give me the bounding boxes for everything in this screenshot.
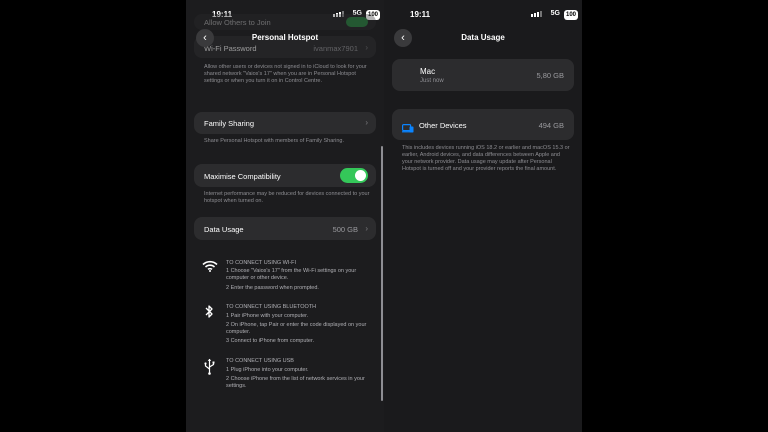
wifi-section-title: TO CONNECT USING WI-FI bbox=[226, 260, 297, 266]
other-devices-label: Other Devices bbox=[419, 121, 467, 130]
bluetooth-step-2: 2 On iPhone, tap Pair or enter the code … bbox=[226, 322, 367, 335]
other-devices-row: Other Devices 494 GB bbox=[392, 109, 574, 140]
allow-others-label: Allow Others to Join bbox=[204, 18, 271, 27]
family-sharing-note: Share Personal Hotspot with members of F… bbox=[204, 138, 345, 144]
nav-bar: ‹ Data Usage bbox=[384, 29, 582, 47]
status-time: 19:11 bbox=[410, 10, 431, 19]
family-sharing-row[interactable]: Family Sharing › bbox=[194, 112, 376, 134]
family-sharing-label: Family Sharing bbox=[204, 119, 255, 128]
maximise-compatibility-label: Maximise Compatibility bbox=[204, 172, 281, 181]
other-devices-usage: 494 GB bbox=[538, 121, 564, 130]
bluetooth-step-1: 1 Pair iPhone with your computer. bbox=[226, 313, 309, 319]
bluetooth-section-title: TO CONNECT USING BLUETOOTH bbox=[226, 304, 317, 310]
usb-step-1: 1 Plug iPhone into your computer. bbox=[226, 367, 309, 373]
mac-device-row: Mac Just now 5,80 GB bbox=[392, 59, 574, 91]
status-bar: 19:11 5G 100 bbox=[384, 9, 582, 21]
toggle-knob bbox=[355, 170, 366, 181]
nav-bar: ‹ Personal Hotspot bbox=[186, 29, 384, 47]
page-title: Data Usage bbox=[461, 33, 505, 42]
usb-icon bbox=[204, 358, 215, 380]
bluetooth-step-3: 3 Connect to iPhone from computer. bbox=[226, 338, 315, 344]
page-title: Personal Hotspot bbox=[251, 33, 319, 42]
allow-others-row[interactable]: Allow Others to Join bbox=[194, 14, 376, 30]
mac-device-usage: 5,80 GB bbox=[536, 71, 564, 80]
data-usage-note: This includes devices running iOS 18.2 o… bbox=[402, 145, 570, 172]
data-usage-value: 500 GB bbox=[332, 225, 358, 234]
data-usage-row[interactable]: Data Usage 500 GB › bbox=[194, 217, 376, 240]
chevron-right-icon: › bbox=[365, 118, 368, 127]
maximise-compatibility-note: Internet performance may be reduced for … bbox=[204, 191, 370, 204]
bluetooth-icon bbox=[205, 304, 214, 324]
usb-step-2: 2 Choose iPhone from the list of network… bbox=[226, 376, 365, 389]
battery-badge: 100 bbox=[563, 10, 578, 20]
allow-others-note: Allow other users or devices not signed … bbox=[204, 64, 367, 84]
personal-hotspot-screen: 19:11 5G 100 Allow Others to Join Wi-Fi … bbox=[186, 0, 384, 432]
scrollbar[interactable] bbox=[381, 146, 383, 401]
maximise-compatibility-toggle[interactable] bbox=[340, 168, 368, 183]
wifi-step-2: 2 Enter the password when prompted. bbox=[226, 285, 319, 291]
network-type: 5G bbox=[550, 10, 560, 17]
wifi-step-1: 1 Choose "Vaios's 17" from the Wi-Fi set… bbox=[226, 268, 357, 281]
wifi-icon bbox=[202, 259, 218, 277]
mac-device-name: Mac bbox=[420, 67, 436, 76]
allow-others-toggle[interactable] bbox=[346, 17, 368, 27]
maximise-compatibility-row[interactable]: Maximise Compatibility bbox=[194, 164, 376, 187]
data-usage-screen: 19:11 5G 100 ‹ Data Usage Mac Just now 5… bbox=[384, 0, 582, 432]
data-usage-label: Data Usage bbox=[204, 225, 244, 234]
mac-device-subtitle: Just now bbox=[420, 78, 444, 84]
signal-icon bbox=[531, 11, 542, 17]
chevron-right-icon: › bbox=[365, 224, 368, 233]
usb-section-title: TO CONNECT USING USB bbox=[226, 358, 294, 364]
devices-icon bbox=[402, 120, 414, 138]
